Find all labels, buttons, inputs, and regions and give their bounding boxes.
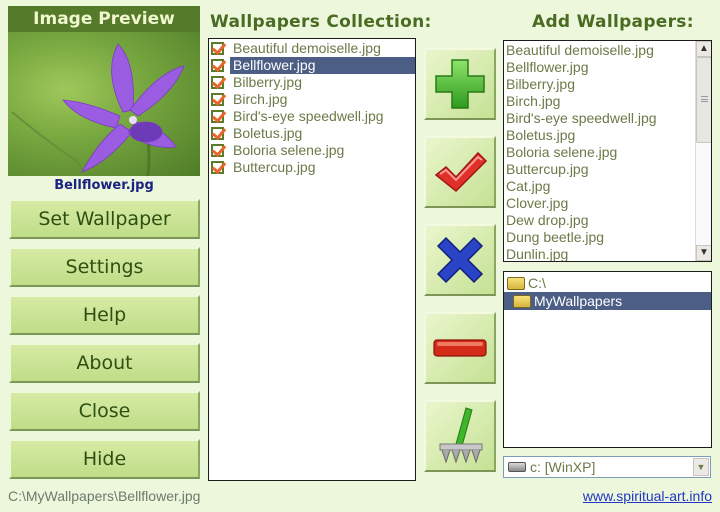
rake-icon (439, 407, 483, 464)
collection-item[interactable]: Boloria selene.jpg (209, 142, 415, 159)
checkbox-checked-icon[interactable] (211, 93, 224, 106)
file-list-item[interactable]: Cat.jpg (504, 178, 711, 195)
collection-item-label: Buttercup.jpg (233, 159, 316, 175)
checkbox-checked-icon[interactable] (211, 76, 224, 89)
collection-item[interactable]: Birch.jpg (209, 91, 415, 108)
collection-item[interactable]: Beautiful demoiselle.jpg (209, 40, 415, 57)
checkbox-checked-icon[interactable] (211, 161, 224, 174)
close-button[interactable]: Close (9, 391, 200, 431)
collection-item[interactable]: Buttercup.jpg (209, 159, 415, 176)
set-wallpaper-button[interactable]: Set Wallpaper (9, 199, 200, 239)
checkbox-checked-icon[interactable] (211, 127, 224, 140)
help-button[interactable]: Help (9, 295, 200, 335)
folder-open-icon (513, 294, 531, 308)
hide-button[interactable]: Hide (9, 439, 200, 479)
file-list-item[interactable]: Birch.jpg (504, 93, 711, 110)
folder-tree[interactable]: C:\ MyWallpapers (503, 271, 712, 448)
file-list-item[interactable]: Boloria selene.jpg (504, 144, 711, 161)
drive-select[interactable]: c: [WinXP] ▼ (503, 456, 711, 478)
collection-item-label: Boletus.jpg (233, 125, 303, 141)
uncheck-button[interactable] (424, 224, 496, 296)
clean-button[interactable] (424, 400, 496, 472)
plus-icon (435, 59, 485, 109)
collection-title: Wallpapers Collection: (210, 12, 432, 32)
checkbox-checked-icon[interactable] (211, 110, 224, 123)
collection-list[interactable]: Beautiful demoiselle.jpg Bellflower.jpg Bi… (208, 38, 416, 481)
settings-button[interactable]: Settings (9, 247, 200, 287)
folder-icon (507, 276, 525, 290)
file-list-scrollbar[interactable]: ▲ ▼ (695, 41, 711, 261)
add-button[interactable] (424, 48, 496, 120)
check-button[interactable] (424, 136, 496, 208)
file-list-item[interactable]: Boletus.jpg (504, 127, 711, 144)
add-wallpapers-title: Add Wallpapers: (532, 12, 694, 32)
website-link[interactable]: www.spiritual-art.info (583, 488, 712, 504)
file-list-item[interactable]: Beautiful demoiselle.jpg (504, 42, 711, 59)
checkbox-checked-icon[interactable] (211, 59, 224, 72)
collection-item[interactable]: Bilberry.jpg (209, 74, 415, 91)
file-list-item[interactable]: Dunlin.jpg (504, 246, 711, 261)
image-preview-panel: Image Preview (8, 6, 200, 176)
file-list[interactable]: Beautiful demoiselle.jpg Bellflower.jpg Bi… (503, 40, 712, 262)
checkbox-checked-icon[interactable] (211, 144, 224, 157)
collection-item-label: Birch.jpg (233, 91, 288, 107)
preview-image (8, 32, 200, 176)
scroll-up-icon[interactable]: ▲ (696, 41, 711, 57)
preview-filename: Bellflower.jpg (54, 178, 154, 193)
bellflower-image (11, 43, 185, 176)
folder-item-root[interactable]: C:\ (504, 274, 711, 292)
file-list-item[interactable]: Bellflower.jpg (504, 59, 711, 76)
file-list-item[interactable]: Clover.jpg (504, 195, 711, 212)
drive-icon (508, 462, 526, 472)
scroll-thumb[interactable] (696, 57, 711, 143)
collection-item[interactable]: Boletus.jpg (209, 125, 415, 142)
collection-item[interactable]: Bellflower.jpg (209, 57, 415, 74)
file-list-item[interactable]: Dung beetle.jpg (504, 229, 711, 246)
image-preview-title: Image Preview (8, 6, 200, 32)
collection-item-label: Beautiful demoiselle.jpg (233, 40, 381, 56)
file-list-item[interactable]: Buttercup.jpg (504, 161, 711, 178)
collection-item-label: Bird's-eye speedwell.jpg (233, 108, 384, 124)
folder-item-mywallpapers[interactable]: MyWallpapers (504, 292, 711, 310)
collection-item-label: Bilberry.jpg (233, 74, 302, 90)
scroll-down-icon[interactable]: ▼ (696, 245, 711, 261)
collection-item-label: Bellflower.jpg (230, 57, 415, 74)
file-list-item[interactable]: Dew drop.jpg (504, 212, 711, 229)
status-path: C:\MyWallpapers\Bellflower.jpg (8, 488, 201, 504)
file-list-item[interactable]: Bird's-eye speedwell.jpg (504, 110, 711, 127)
file-list-item[interactable]: Bilberry.jpg (504, 76, 711, 93)
checkbox-checked-icon[interactable] (211, 42, 224, 55)
checkmark-icon (434, 151, 488, 193)
x-icon (436, 236, 484, 284)
collection-item[interactable]: Bird's-eye speedwell.jpg (209, 108, 415, 125)
remove-button[interactable] (424, 312, 496, 384)
about-button[interactable]: About (9, 343, 200, 383)
collection-item-label: Boloria selene.jpg (233, 142, 345, 158)
minus-icon (433, 339, 487, 357)
chevron-down-icon[interactable]: ▼ (693, 458, 709, 476)
